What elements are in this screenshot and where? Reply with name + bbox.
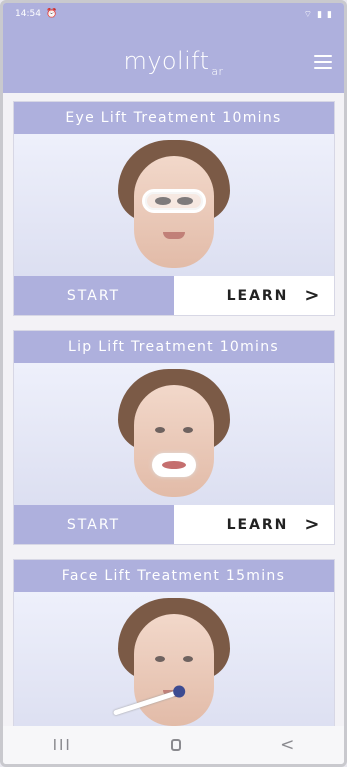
face-illustration <box>114 140 234 276</box>
recent-apps-button[interactable]: III <box>53 736 72 754</box>
status-time: 14:54 <box>15 9 41 19</box>
learn-button[interactable]: LEARN > <box>173 505 334 544</box>
face-illustration <box>114 369 234 505</box>
battery-icon: ▮ <box>327 9 332 20</box>
status-right: ⌔ ▮ ▮ <box>303 9 332 21</box>
eye-treatment-card[interactable]: Eye Lift Treatment 10mins START LEARN > <box>12 101 335 316</box>
eye-mask-icon <box>141 189 206 213</box>
android-navigation-bar: III < <box>3 726 344 764</box>
treatment-device-icon <box>112 689 181 716</box>
lip-treatment-image <box>13 363 334 505</box>
eyes-shape <box>154 656 193 662</box>
eyes-shape <box>154 427 193 433</box>
card-actions: START LEARN > <box>13 276 334 315</box>
start-button[interactable]: START <box>13 276 174 315</box>
phone-screen: 14:54 ⏰ ⌔ ▮ ▮ myolift ar Eye Lift Treatme… <box>0 0 347 767</box>
learn-button[interactable]: LEARN > <box>173 276 334 315</box>
back-button[interactable]: < <box>280 735 294 755</box>
status-bar: 14:54 ⏰ ⌔ ▮ ▮ <box>3 3 344 47</box>
home-icon[interactable] <box>171 739 182 751</box>
start-button[interactable]: START <box>13 505 174 544</box>
eye-treatment-image <box>13 134 334 276</box>
alarm-icon: ⏰ <box>45 9 58 19</box>
card-title: Eye Lift Treatment 10mins <box>13 102 334 134</box>
card-title: Lip Lift Treatment 10mins <box>13 331 334 363</box>
logo-sub: ar <box>211 64 224 78</box>
face-shape <box>133 156 214 268</box>
card-actions: START LEARN > <box>13 505 334 544</box>
wifi-icon: ⌔ <box>303 10 313 20</box>
chevron-right-icon: > <box>304 284 322 306</box>
learn-label: LEARN <box>226 287 289 304</box>
status-left: 14:54 ⏰ <box>15 9 57 19</box>
signal-icon: ▮ <box>317 9 323 20</box>
face-treatment-card[interactable]: Face Lift Treatment 15mins <box>12 559 335 732</box>
app-logo[interactable]: myolift ar <box>124 47 224 78</box>
face-treatment-image <box>13 592 334 732</box>
learn-label: LEARN <box>226 516 289 533</box>
face-illustration <box>112 598 234 732</box>
lip-treatment-card[interactable]: Lip Lift Treatment 10mins START LEARN > <box>12 330 335 545</box>
treatment-list[interactable]: Eye Lift Treatment 10mins START LEARN > <box>3 97 344 732</box>
hamburger-menu-icon[interactable] <box>314 55 332 69</box>
app-header: myolift ar <box>3 47 344 93</box>
face-shape <box>112 614 214 726</box>
logo-main: myolift <box>123 47 210 75</box>
face-shape <box>133 385 214 497</box>
card-title: Face Lift Treatment 15mins <box>13 560 334 592</box>
mouth-shape <box>162 232 185 239</box>
lip-mask-icon <box>151 453 196 477</box>
chevron-right-icon: > <box>304 513 322 535</box>
